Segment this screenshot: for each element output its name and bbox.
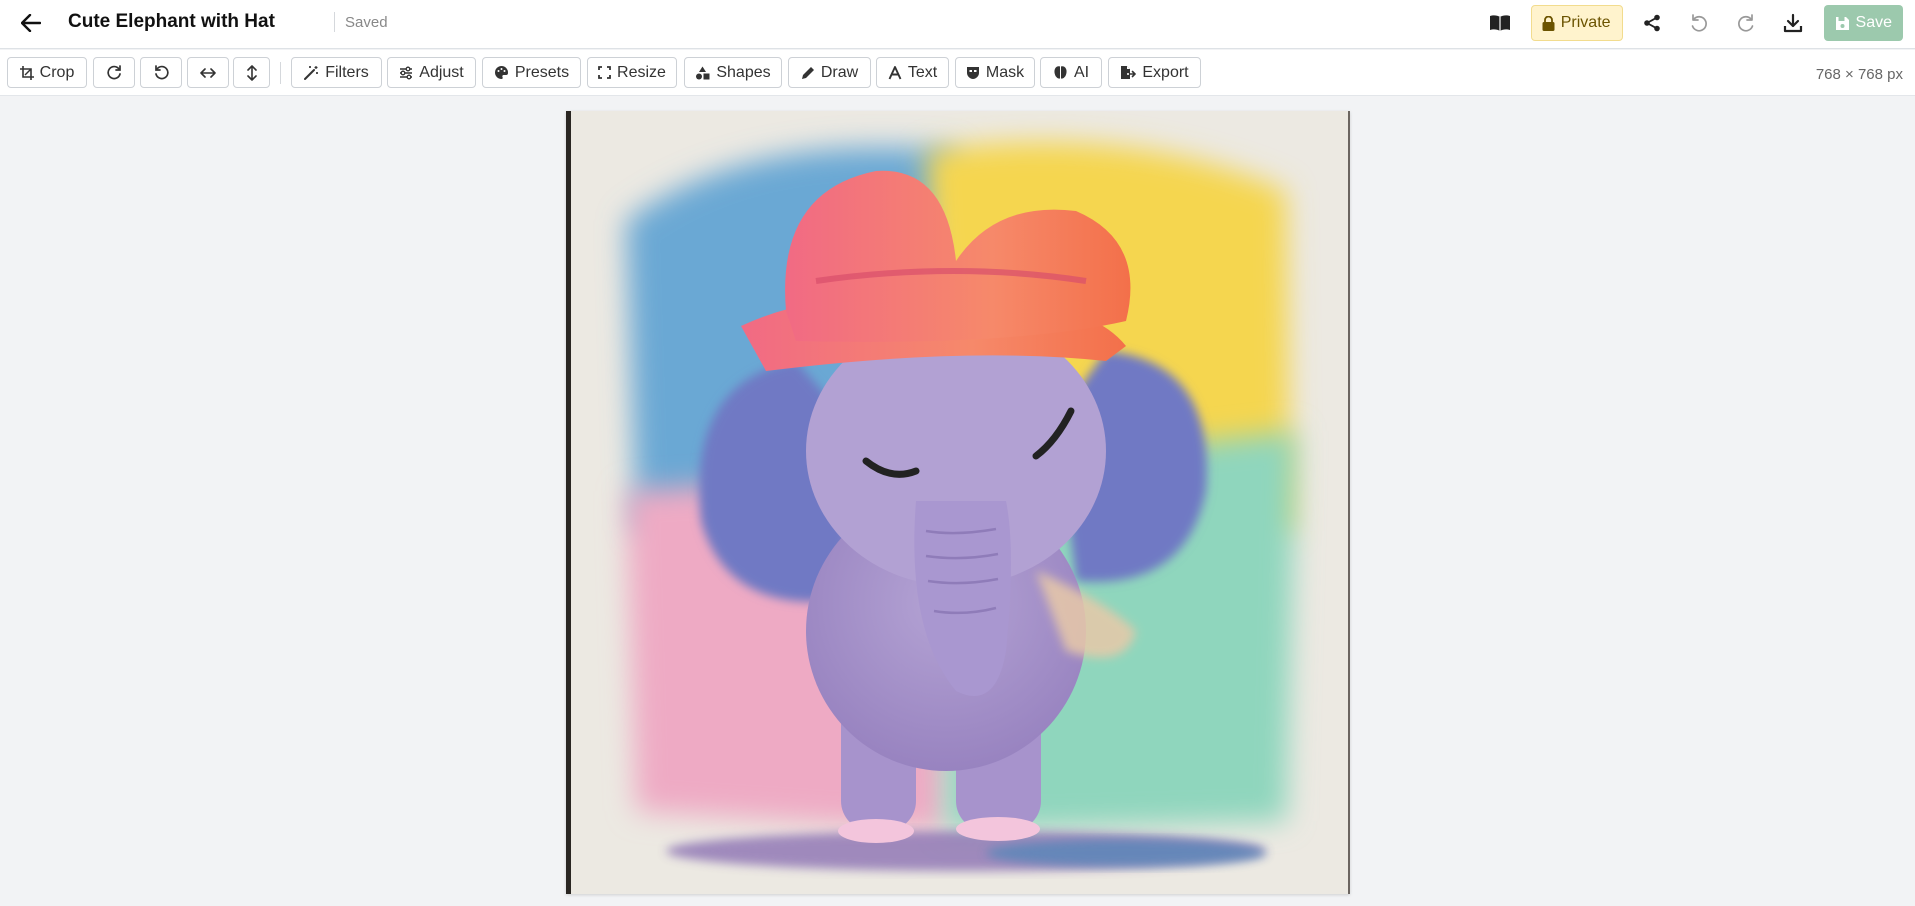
- share-button[interactable]: [1634, 5, 1670, 41]
- draw-label: Draw: [820, 63, 859, 81]
- privacy-label: Private: [1560, 14, 1611, 31]
- top-bar: Cute Elephant with Hat Saved Private Sav…: [0, 0, 1915, 49]
- crop-icon: [19, 65, 34, 80]
- editor-toolbar: Crop Filters Adjust Presets Resize Shape…: [0, 50, 1915, 96]
- undo-icon: [1691, 14, 1707, 32]
- ai-button[interactable]: AI: [1040, 57, 1102, 88]
- shapes-icon: [696, 66, 710, 79]
- redo-icon: [1737, 14, 1753, 32]
- elephant-artwork: [566, 111, 1350, 894]
- undo-button[interactable]: [1681, 5, 1717, 41]
- shapes-label: Shapes: [716, 63, 771, 81]
- crop-label: Crop: [39, 63, 75, 81]
- redo-button[interactable]: [1728, 5, 1764, 41]
- rotate-left-icon: [154, 65, 169, 80]
- presets-label: Presets: [514, 63, 570, 81]
- presets-button[interactable]: Presets: [482, 57, 581, 88]
- rotate-right-icon: [106, 65, 121, 80]
- download-button[interactable]: [1775, 5, 1811, 41]
- share-icon: [1643, 14, 1660, 32]
- expand-icon: [598, 66, 611, 79]
- export-button[interactable]: Export: [1108, 57, 1201, 88]
- document-title[interactable]: Cute Elephant with Hat: [68, 11, 275, 33]
- flip-vertical-button[interactable]: [233, 57, 270, 88]
- file-export-icon: [1121, 66, 1137, 79]
- shapes-button[interactable]: Shapes: [684, 57, 782, 88]
- adjust-label: Adjust: [419, 63, 464, 81]
- sliders-icon: [400, 66, 413, 79]
- lock-icon: [1542, 15, 1555, 31]
- back-button[interactable]: [18, 10, 44, 36]
- image-dimensions: 768 × 768 px: [1815, 66, 1903, 83]
- floppy-icon: [1835, 16, 1849, 30]
- book-icon: [1489, 15, 1510, 31]
- text-button[interactable]: Text: [876, 57, 949, 88]
- filters-button[interactable]: Filters: [291, 57, 382, 88]
- text-label: Text: [907, 63, 938, 81]
- flip-horizontal-icon: [200, 67, 216, 78]
- flip-vertical-icon: [246, 64, 257, 81]
- pencil-icon: [801, 66, 814, 79]
- guide-button[interactable]: [1482, 5, 1518, 41]
- save-button[interactable]: Save: [1823, 5, 1903, 41]
- font-icon: [888, 65, 902, 79]
- adjust-button[interactable]: Adjust: [387, 57, 476, 88]
- image-canvas[interactable]: [566, 111, 1350, 894]
- toolbar-divider: [280, 62, 281, 84]
- flip-horizontal-button[interactable]: [187, 57, 229, 88]
- title-divider: [334, 12, 335, 32]
- save-label: Save: [1855, 14, 1892, 31]
- mask-label: Mask: [985, 63, 1025, 81]
- palette-icon: [494, 65, 508, 79]
- mask-button[interactable]: Mask: [955, 57, 1035, 88]
- resize-label: Resize: [617, 63, 666, 81]
- brain-icon: [1054, 66, 1067, 79]
- rotate-right-button[interactable]: [93, 57, 135, 88]
- arrow-left-icon: [21, 14, 41, 32]
- save-status: Saved: [345, 14, 388, 31]
- crop-button[interactable]: Crop: [7, 57, 87, 88]
- draw-button[interactable]: Draw: [788, 57, 871, 88]
- download-icon: [1783, 13, 1802, 33]
- ai-label: AI: [1073, 63, 1090, 81]
- magic-wand-icon: [304, 66, 319, 80]
- rotate-left-button[interactable]: [140, 57, 182, 88]
- export-label: Export: [1142, 63, 1189, 81]
- privacy-toggle-button[interactable]: Private: [1530, 5, 1623, 41]
- resize-button[interactable]: Resize: [587, 57, 677, 88]
- filters-label: Filters: [325, 63, 369, 81]
- mask-icon: [966, 66, 979, 79]
- header-actions: Private Save: [1471, 5, 1903, 41]
